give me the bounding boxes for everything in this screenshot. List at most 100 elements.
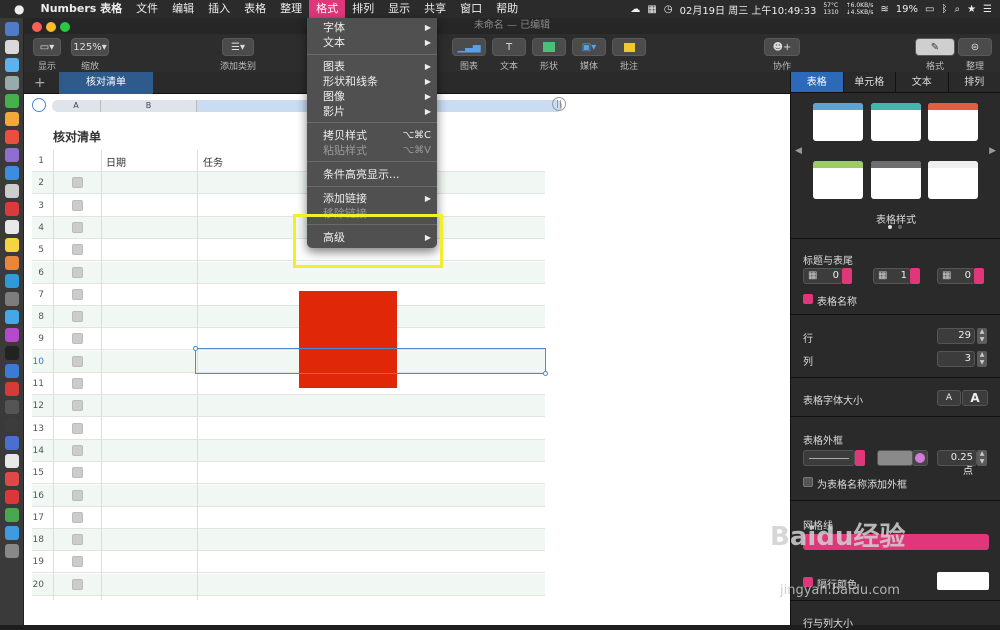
menu-share[interactable]: 共享 <box>417 0 453 18</box>
wifi-icon[interactable]: ≋ <box>880 4 888 15</box>
dock-app-icon[interactable] <box>5 436 19 450</box>
menu-item-conditional-highlight[interactable]: 条件高亮显示... <box>323 167 431 182</box>
menu-arrange[interactable]: 排列 <box>345 0 381 18</box>
table-header-row[interactable]: 1 日期 任务 <box>32 150 545 172</box>
menu-item-chart[interactable]: 图表▶ <box>323 59 431 74</box>
dock-app-icon[interactable] <box>5 274 19 288</box>
apple-menu-icon[interactable]: ● <box>0 0 33 18</box>
checkbox[interactable] <box>72 400 83 411</box>
checkbox[interactable] <box>72 177 83 188</box>
border-style-select[interactable] <box>803 450 855 466</box>
row-number[interactable]: 8 <box>32 306 44 328</box>
resize-handle[interactable] <box>543 371 548 376</box>
row-number[interactable]: 7 <box>32 284 44 306</box>
shape-button[interactable]: 形状 <box>532 38 566 72</box>
dock-app-icon[interactable] <box>5 184 19 198</box>
table-row[interactable]: 12 <box>32 395 545 417</box>
column-header-date[interactable]: 日期 <box>106 154 126 169</box>
table-row[interactable]: 5 <box>32 239 545 261</box>
table-row[interactable]: 11 <box>32 373 545 395</box>
table-row[interactable]: 20 <box>32 574 545 596</box>
checkbox[interactable] <box>72 244 83 255</box>
dock-app-icon[interactable] <box>5 364 19 378</box>
cols-stepper[interactable]: 3 <box>937 351 975 367</box>
dock-app-icon[interactable] <box>5 508 19 522</box>
menu-format[interactable]: 格式 <box>309 0 345 18</box>
row-number[interactable]: 3 <box>32 195 44 217</box>
dock-app-icon[interactable] <box>5 292 19 306</box>
column-handle-icon[interactable]: || <box>552 97 566 111</box>
dock-app-icon[interactable] <box>5 544 19 558</box>
dock-app-icon[interactable] <box>5 238 19 252</box>
table-style-swatch[interactable] <box>813 161 863 199</box>
color-wheel-icon[interactable] <box>912 450 928 466</box>
menu-item-add-link[interactable]: 添加链接▶ <box>323 191 431 206</box>
footer-rows-stepper[interactable]: ▦0 <box>937 268 975 284</box>
table-style-swatch[interactable] <box>928 161 978 199</box>
dock-app-icon[interactable] <box>5 526 19 540</box>
dock-app-icon[interactable] <box>5 112 19 126</box>
menu-item-text[interactable]: 文本▶ <box>323 35 431 50</box>
menu-edit[interactable]: 编辑 <box>165 0 201 18</box>
decrease-font-button[interactable]: A <box>937 390 961 406</box>
menu-table[interactable]: 表格 <box>237 0 273 18</box>
dock-app-icon[interactable] <box>5 148 19 162</box>
tab-arrange[interactable]: 排列 <box>949 72 1000 92</box>
table-row[interactable]: 7 <box>32 284 545 306</box>
dock-app-icon[interactable] <box>5 328 19 342</box>
row-number[interactable]: 16 <box>32 485 44 507</box>
stepper-arrows-icon[interactable] <box>910 268 920 284</box>
table-row[interactable]: 2 <box>32 172 545 194</box>
checkbox[interactable] <box>72 267 83 278</box>
add-sheet-button[interactable]: + <box>34 72 46 94</box>
add-border-checkbox[interactable] <box>803 477 813 487</box>
menu-item-image[interactable]: 图像▶ <box>323 89 431 104</box>
checkbox[interactable] <box>72 356 83 367</box>
checkbox[interactable] <box>72 490 83 501</box>
media-button[interactable]: ▣▾ 媒体 <box>572 38 606 72</box>
row-number[interactable]: 18 <box>32 529 44 551</box>
dock-app-icon[interactable] <box>5 256 19 270</box>
checkbox[interactable] <box>72 333 83 344</box>
table-style-swatch[interactable] <box>871 161 921 199</box>
table-row[interactable]: 8 <box>32 306 545 328</box>
row-number[interactable]: 9 <box>32 328 44 350</box>
menu-help[interactable]: 帮助 <box>489 0 525 18</box>
row-number[interactable]: 14 <box>32 440 44 462</box>
table-row[interactable]: 6 <box>32 262 545 284</box>
row-number[interactable]: 20 <box>32 574 44 596</box>
chevron-right-icon[interactable]: ▶ <box>989 146 996 156</box>
dock-app-icon[interactable] <box>5 346 19 360</box>
view-button[interactable]: ▭▾ 显示 <box>32 38 62 72</box>
cloud-icon[interactable]: ☁ <box>630 4 640 15</box>
network-readout[interactable]: ↑6.0KB/s↓4.5KB/s <box>846 2 874 16</box>
comment-button[interactable]: 批注 <box>612 38 646 72</box>
text-button[interactable]: T 文本 <box>492 38 526 72</box>
table-row[interactable]: 14 <box>32 440 545 462</box>
table-title[interactable]: 核对清单 <box>53 128 101 145</box>
column-header-b[interactable]: B <box>101 100 197 112</box>
dock-app-icon[interactable] <box>5 166 19 180</box>
row-number[interactable]: 1 <box>32 150 44 172</box>
dock-app-icon[interactable] <box>5 202 19 216</box>
stepper-arrows-icon[interactable] <box>855 450 865 466</box>
menu-item-copy-style[interactable]: 拷贝样式⌥⌘C <box>323 128 431 143</box>
checkbox[interactable] <box>72 556 83 567</box>
table-style-swatch[interactable] <box>928 103 978 141</box>
row-number[interactable]: 11 <box>32 373 44 395</box>
temp-fan-readout[interactable]: 57°C1310 <box>823 2 838 16</box>
increase-font-button[interactable]: A <box>962 390 988 406</box>
menu-file[interactable]: 文件 <box>129 0 165 18</box>
app-menu[interactable]: Numbers 表格 <box>33 0 129 18</box>
column-header-task[interactable]: 任务 <box>203 154 223 169</box>
star-icon[interactable]: ★ <box>967 4 976 15</box>
battery-percent[interactable]: 19% <box>896 4 918 15</box>
page-dot[interactable] <box>888 225 892 229</box>
dock-app-icon[interactable] <box>5 22 19 36</box>
chart-button[interactable]: ▁▃▅ 图表 <box>452 38 486 72</box>
row-number[interactable]: 5 <box>32 239 44 261</box>
rows-stepper[interactable]: 29 <box>937 328 975 344</box>
table-style-swatch[interactable] <box>871 103 921 141</box>
border-width-field[interactable]: 0.25 点 <box>937 450 977 466</box>
stepper-arrows-icon[interactable] <box>842 268 852 284</box>
